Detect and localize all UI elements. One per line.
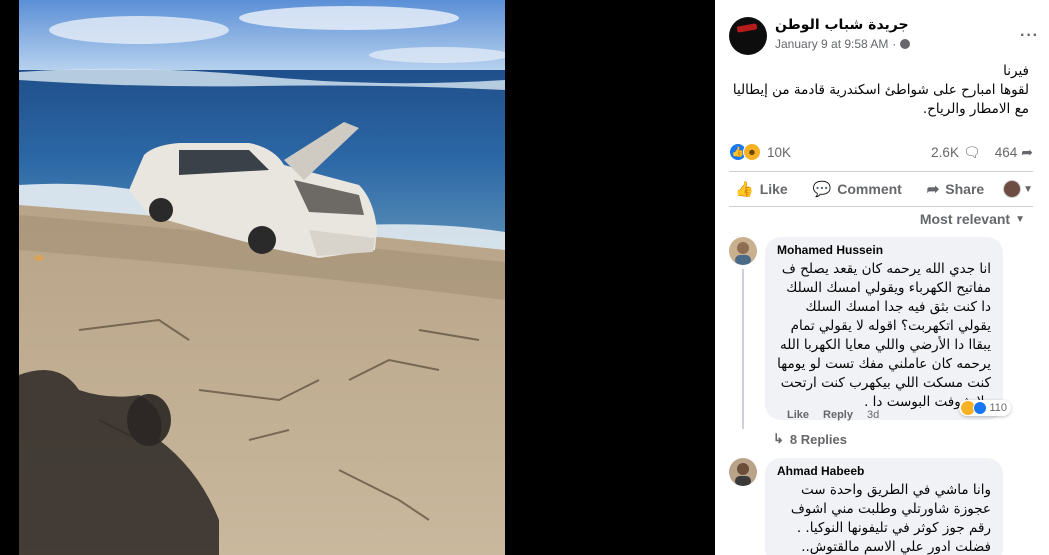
comment-label: Comment [837,181,902,197]
comment-button[interactable]: 💬 Comment [807,180,908,198]
commenter-name[interactable]: Mohamed Hussein [777,243,991,257]
post-actions: 👍 Like 💬 Comment ➦ Share ▼ [729,176,1033,202]
post-stats: 2.6K 🗨 464 ➦ [931,144,1033,161]
logo-mark [736,23,758,33]
post-text-line1: فيرنا [1003,63,1029,79]
meta-separator: · [892,37,897,51]
comment-actions: Like Reply 3d [787,409,879,421]
comment-sort-dropdown[interactable]: Most relevant ▼ [920,211,1025,227]
post-header: جريدة شباب الوطن January 9 at 9:58 AM · … [729,15,1039,55]
comment-bubble-icon: 🗨 [962,143,981,160]
reaction-icons[interactable]: 👍 ☻ [729,143,761,161]
comment-count-stat[interactable]: 2.6K 🗨 [931,144,981,161]
comment-reply-link[interactable]: Reply [823,409,853,421]
comment-like-link[interactable]: Like [787,409,809,421]
sort-label: Most relevant [919,211,1011,227]
comment-age[interactable]: 3d [867,409,879,421]
post-timestamp[interactable]: January 9 at 9:58 AM [775,37,888,51]
share-button[interactable]: ➦ Share [921,180,991,198]
comment-item: Ahmad Habeeb وانا ماشي في الطريق واحدة س… [729,458,1033,555]
like-label: Like [759,181,788,197]
comment-icon: 💬 [812,181,832,198]
caret-down-icon: ▼ [1023,183,1033,195]
post-panel: جريدة شباب الوطن January 9 at 9:58 AM · … [715,0,1049,555]
comment-item: Mohamed Hussein انا جدي الله يرحمه كان ي… [729,237,1033,447]
commenter-name[interactable]: Ahmad Habeeb [777,464,991,478]
comment-reactions[interactable]: 110 [959,400,1011,416]
post-text: فيرنا لقوها امبارح على شواطئ اسكندرية قا… [729,62,1029,119]
post-text-line2: لقوها امبارح على شواطئ اسكندرية قادمة من… [732,82,1029,117]
viewer-root: جريدة شباب الوطن January 9 at 9:58 AM · … [0,0,1049,555]
user-avatar [1003,180,1022,198]
like-button[interactable]: 👍 Like [729,180,794,198]
view-replies-link[interactable]: ↳ 8 Replies [773,431,847,447]
reaction-count[interactable]: 10K [767,145,791,160]
reaction-identity-selector[interactable]: ▼ [1003,180,1033,198]
post-meta: January 9 at 9:58 AM · [775,37,911,51]
reply-arrow-icon: ↳ [773,431,784,446]
share-count-stat[interactable]: 464 ➦ [995,144,1033,161]
comment-text: انا جدي الله يرحمه كان يقعد يصلح ف مفاتي… [777,261,991,410]
share-count: 464 [994,144,1018,160]
share-arrow-icon: ➦ [1021,143,1033,160]
comment-reaction-count: 110 [989,402,1007,414]
comment-text: وانا ماشي في الطريق واحدة ست عجوزة شاورت… [790,482,991,555]
page-avatar[interactable] [729,17,767,55]
page-name[interactable]: جريدة شباب الوطن [775,17,909,33]
share-icon: ➦ [926,181,940,198]
divider [729,206,1033,207]
haha-reaction-icon: ☻ [743,143,761,161]
post-photo[interactable] [19,0,505,555]
thread-line [742,269,744,429]
comment-count: 2.6K [931,144,959,160]
comment-bubble: Mohamed Hussein انا جدي الله يرحمه كان ي… [765,237,1003,420]
like-reaction-icon [973,401,988,415]
more-options-icon[interactable]: ··· [1020,27,1039,45]
caret-down-icon: ▼ [1015,213,1025,225]
commenter-avatar[interactable] [729,458,757,486]
globe-icon [900,39,911,49]
replies-label: 8 Replies [789,431,847,447]
thumbs-up-icon: 👍 [735,181,754,198]
reactions-row: 👍 ☻ 10K 2.6K 🗨 464 ➦ [729,141,1033,163]
commenter-avatar[interactable] [729,237,757,265]
divider [729,171,1033,172]
share-label: Share [945,181,985,197]
comment-bubble: Ahmad Habeeb وانا ماشي في الطريق واحدة س… [765,458,1003,555]
